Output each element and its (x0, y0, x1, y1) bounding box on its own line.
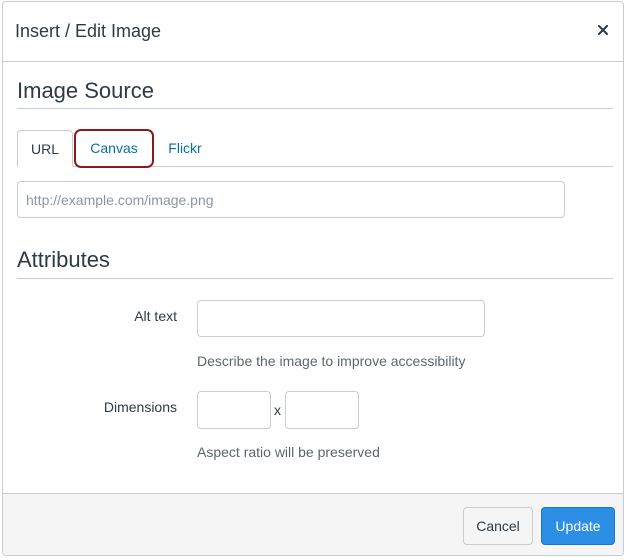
dialog-header: Insert / Edit Image (3, 2, 623, 62)
attributes-heading: Attributes (17, 247, 110, 272)
close-icon (598, 25, 608, 35)
update-button[interactable]: Update (541, 507, 615, 545)
tab-flickr[interactable]: Flickr (159, 130, 211, 167)
tab-url[interactable]: URL (17, 130, 73, 167)
height-input[interactable] (285, 391, 359, 429)
divider (17, 278, 613, 279)
divider (17, 108, 613, 109)
close-button[interactable] (594, 21, 612, 39)
dialog-footer: Cancel Update (3, 493, 623, 555)
image-source-heading: Image Source (17, 78, 154, 103)
alt-text-input[interactable] (197, 300, 485, 337)
image-source-tabs: URL Canvas Flickr (17, 129, 613, 168)
alt-text-label: Alt text (134, 308, 177, 324)
cancel-button[interactable]: Cancel (463, 507, 533, 545)
dimensions-hint: Aspect ratio will be preserved (197, 444, 380, 460)
tab-canvas[interactable]: Canvas (74, 129, 154, 168)
dimensions-label: Dimensions (103, 399, 177, 415)
width-input[interactable] (197, 391, 271, 429)
insert-edit-image-dialog: Insert / Edit Image Image Source URL Can… (2, 1, 624, 556)
image-url-input[interactable] (17, 181, 565, 218)
dimension-separator: x (274, 402, 281, 418)
alt-text-hint: Describe the image to improve accessibil… (197, 353, 466, 369)
dialog-title: Insert / Edit Image (15, 21, 162, 41)
